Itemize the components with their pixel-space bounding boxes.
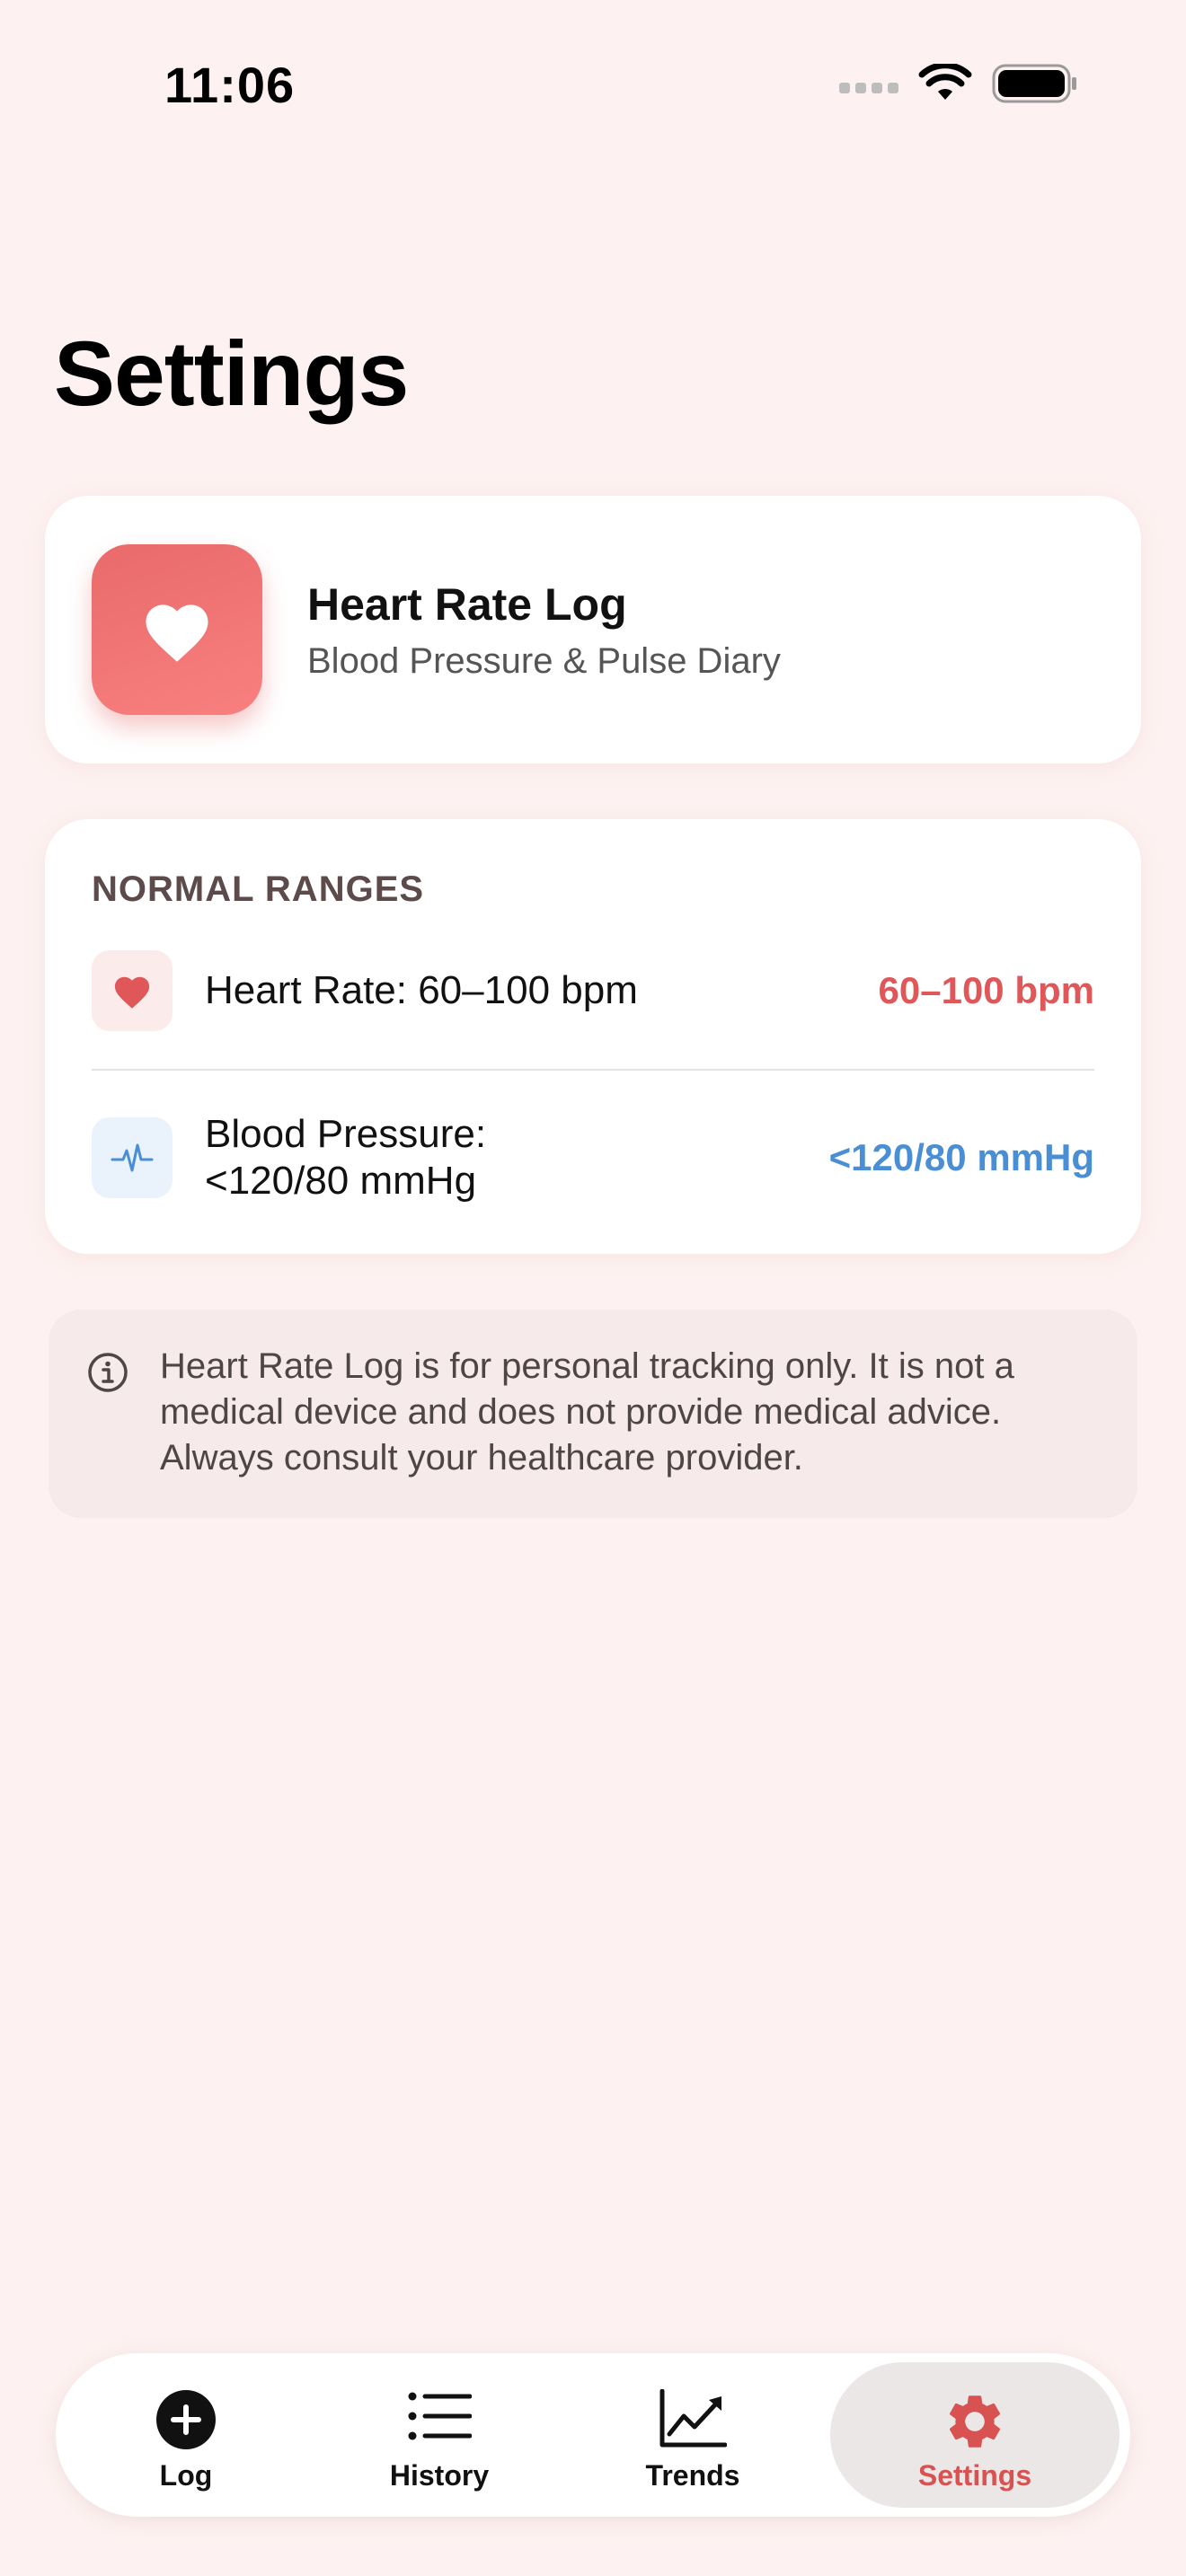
range-label: Heart Rate: 60–100 bpm — [205, 968, 638, 1012]
status-bar: 11:06 — [0, 0, 1186, 171]
cellular-signal-icon — [839, 83, 898, 93]
info-icon — [88, 1353, 128, 1392]
battery-icon — [992, 64, 1076, 103]
status-time: 11:06 — [164, 57, 296, 113]
page-title: Settings — [54, 322, 409, 425]
section-header: NORMAL RANGES — [92, 869, 425, 909]
gear-icon — [949, 2395, 1001, 2448]
range-value: 60–100 bpm — [878, 969, 1094, 1011]
plus-circle-icon — [156, 2390, 216, 2449]
tab-bar: Log History Trends Settings — [56, 2353, 1130, 2517]
range-value: <120/80 mmHg — [828, 1136, 1094, 1178]
tab-trends[interactable]: Trends — [562, 2362, 823, 2508]
wifi-icon — [918, 64, 972, 100]
tab-label: History — [389, 2459, 490, 2492]
status-icons — [839, 63, 1078, 104]
range-row-heart-rate: Heart Rate: 60–100 bpm 60–100 bpm — [92, 950, 1094, 1031]
divider — [92, 1069, 1094, 1071]
range-row-blood-pressure: Blood Pressure: <120/80 mmHg <120/80 mmH… — [92, 1108, 1094, 1207]
tab-log[interactable]: Log — [56, 2362, 316, 2508]
tab-label: Log — [159, 2459, 213, 2492]
normal-ranges-card: NORMAL RANGES Heart Rate: 60–100 bpm 60–… — [45, 819, 1141, 1254]
tab-label: Trends — [645, 2459, 740, 2492]
range-label: Blood Pressure: <120/80 mmHg — [205, 1112, 487, 1203]
tab-settings[interactable]: Settings — [830, 2362, 1120, 2508]
app-subtitle: Blood Pressure & Pulse Diary — [307, 641, 781, 681]
disclaimer-text: Heart Rate Log is for personal tracking … — [160, 1346, 1014, 1478]
heart-icon — [114, 976, 150, 1009]
tab-label: Settings — [917, 2459, 1032, 2492]
app-name: Heart Rate Log — [307, 579, 627, 630]
app-icon — [92, 544, 262, 715]
app-info-card: Heart Rate Log Blood Pressure & Pulse Di… — [45, 496, 1141, 763]
list-icon — [408, 2392, 472, 2440]
chart-icon — [659, 2389, 727, 2448]
heart-icon — [146, 604, 208, 662]
pulse-icon — [111, 1143, 154, 1172]
range-icon-container — [92, 950, 173, 1031]
tab-history[interactable]: History — [309, 2362, 570, 2508]
disclaimer-box: Heart Rate Log is for personal tracking … — [49, 1310, 1137, 1518]
range-icon-container — [92, 1117, 173, 1198]
